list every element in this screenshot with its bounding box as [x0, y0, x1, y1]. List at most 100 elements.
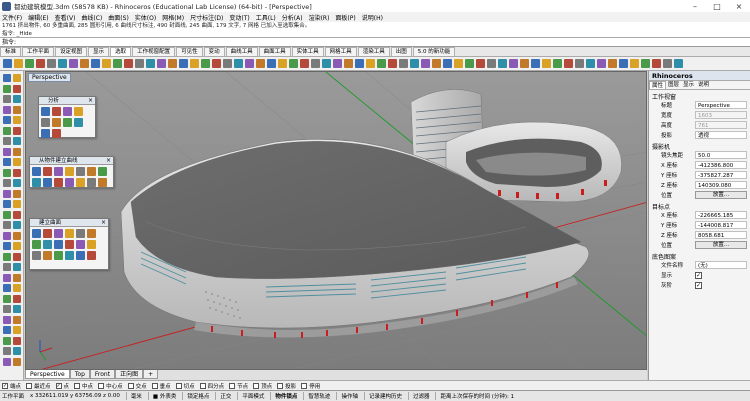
- toolbar-tool-icon[interactable]: [608, 59, 617, 68]
- panel-tool-icon[interactable]: [87, 167, 96, 176]
- sidebar-tool-icon[interactable]: [3, 221, 11, 229]
- tab-front[interactable]: Front: [89, 370, 116, 379]
- panel-tool-icon[interactable]: [76, 167, 85, 176]
- sidebar-tool-icon[interactable]: [13, 168, 21, 177]
- panel-tool-icon[interactable]: [32, 240, 41, 249]
- viewport-title[interactable]: Perspective: [28, 73, 71, 82]
- tab-solid-tools[interactable]: 实体工具: [291, 47, 324, 56]
- sidebar-tool-icon[interactable]: [13, 231, 21, 240]
- title-field[interactable]: Perspective: [695, 101, 747, 109]
- sidebar-tool-icon[interactable]: [13, 221, 21, 229]
- sidebar-tool-icon[interactable]: [13, 189, 21, 198]
- osnap-option[interactable]: 中点: [74, 382, 93, 390]
- panel-tool-icon[interactable]: [54, 167, 63, 176]
- sidebar-tool-icon[interactable]: [3, 84, 11, 93]
- maximize-button[interactable]: □: [706, 0, 728, 12]
- toolbar-tool-icon[interactable]: [443, 59, 452, 68]
- toolbar-tool-icon[interactable]: [91, 59, 100, 68]
- panel-tool-icon[interactable]: [65, 240, 74, 249]
- sidebar-tool-icon[interactable]: [3, 305, 11, 313]
- panel-tool-icon[interactable]: [52, 129, 61, 138]
- toolbar-tool-icon[interactable]: [630, 59, 639, 68]
- tab-display[interactable]: 显示: [88, 47, 110, 56]
- toolbar-tool-icon[interactable]: [289, 59, 298, 68]
- osnap-checkbox[interactable]: [74, 382, 81, 389]
- osnap-checkbox[interactable]: [301, 382, 308, 389]
- panel-tool-icon[interactable]: [43, 229, 52, 238]
- panel-tool-icon[interactable]: [54, 229, 63, 238]
- sidebar-tool-icon[interactable]: [3, 105, 11, 114]
- osnap-option[interactable]: 切点: [175, 382, 195, 390]
- panel-tool-icon[interactable]: [54, 251, 63, 260]
- tab-right[interactable]: 正向图: [115, 370, 144, 379]
- sidebar-tool-icon[interactable]: [3, 326, 11, 334]
- osnap-checkbox[interactable]: [199, 382, 206, 389]
- lens-field[interactable]: 50.0: [695, 151, 747, 159]
- toolbar-tool-icon[interactable]: [256, 59, 265, 68]
- sidebar-tool-icon[interactable]: [3, 231, 11, 240]
- osnap-option[interactable]: 最近点: [26, 382, 51, 390]
- sidebar-tool-icon[interactable]: [13, 105, 21, 114]
- osnap-checkbox[interactable]: [26, 382, 33, 389]
- tab-properties[interactable]: 属性: [649, 81, 667, 89]
- osnap-checkbox[interactable]: [253, 382, 260, 389]
- sidebar-tool-icon[interactable]: [3, 294, 11, 303]
- panel-tool-icon[interactable]: [52, 118, 61, 127]
- sidebar-tool-icon[interactable]: [13, 347, 21, 355]
- sidebar-tool-icon[interactable]: [3, 263, 11, 271]
- toolbar-tool-icon[interactable]: [674, 59, 683, 68]
- panel-tool-icon[interactable]: [63, 107, 72, 116]
- toggle-smarttrack[interactable]: 智慧轨迹: [303, 392, 330, 400]
- menu-tools[interactable]: 工具(L): [256, 13, 276, 22]
- perspective-viewport[interactable]: Perspective: [25, 71, 647, 370]
- panel-tool-icon[interactable]: [65, 229, 74, 238]
- filename-field[interactable]: (无): [695, 261, 747, 269]
- toolbar-tool-icon[interactable]: [157, 59, 166, 68]
- toolbar-tool-icon[interactable]: [586, 59, 595, 68]
- sidebar-tool-icon[interactable]: [3, 284, 11, 292]
- panel-tool-icon[interactable]: [32, 229, 41, 238]
- toolbar-tool-icon[interactable]: [113, 59, 122, 68]
- toolbar-tool-icon[interactable]: [223, 59, 232, 68]
- tab-curve-tools[interactable]: 曲线工具: [225, 47, 258, 56]
- toolbar-tool-icon[interactable]: [3, 59, 12, 68]
- tab-surface-tools[interactable]: 曲面工具: [258, 47, 291, 56]
- osnap-option[interactable]: 顶点: [253, 382, 272, 390]
- sidebar-tool-icon[interactable]: [3, 168, 11, 177]
- sidebar-tool-icon[interactable]: [3, 252, 11, 261]
- panel-tool-icon[interactable]: [76, 251, 85, 260]
- menu-surface[interactable]: 曲面(S): [108, 13, 129, 22]
- sidebar-tool-icon[interactable]: [13, 336, 21, 345]
- menu-mesh[interactable]: 网格(M): [162, 13, 184, 22]
- sidebar-tool-icon[interactable]: [3, 273, 11, 282]
- tab-render-tools[interactable]: 渲染工具: [357, 47, 390, 56]
- target-x-field[interactable]: -226665.185: [695, 211, 747, 219]
- toolbar-tool-icon[interactable]: [333, 59, 342, 68]
- toolbar-tool-icon[interactable]: [509, 59, 518, 68]
- sidebar-tool-icon[interactable]: [3, 242, 11, 250]
- osnap-checkbox[interactable]: [127, 382, 134, 389]
- panel-tool-icon[interactable]: [65, 167, 74, 176]
- sidebar-tool-icon[interactable]: [3, 116, 11, 124]
- sidebar-tool-icon[interactable]: [3, 179, 11, 187]
- toolbar-tool-icon[interactable]: [14, 59, 23, 68]
- toolbar-tool-icon[interactable]: [102, 59, 111, 68]
- menu-solid[interactable]: 实体(O): [135, 13, 156, 22]
- panel-tool-icon[interactable]: [43, 251, 52, 260]
- sidebar-tool-icon[interactable]: [13, 294, 21, 303]
- osnap-checkbox[interactable]: ✓: [55, 382, 62, 389]
- toolbar-tool-icon[interactable]: [564, 59, 573, 68]
- panel-tool-icon[interactable]: [65, 178, 74, 187]
- tab-top[interactable]: Top: [69, 370, 90, 379]
- sidebar-tool-icon[interactable]: [3, 137, 11, 145]
- sidebar-tool-icon[interactable]: [3, 95, 11, 103]
- menu-render[interactable]: 渲染(R): [309, 13, 330, 22]
- tab-perspective[interactable]: Perspective: [25, 370, 70, 379]
- toolbar-tool-icon[interactable]: [641, 59, 650, 68]
- toolbar-tool-icon[interactable]: [575, 59, 584, 68]
- toolbar-tool-icon[interactable]: [168, 59, 177, 68]
- tab-select[interactable]: 选取: [110, 47, 132, 56]
- toolbar-tool-icon[interactable]: [399, 59, 408, 68]
- panel-tool-icon[interactable]: [76, 178, 85, 187]
- panel-tool-icon[interactable]: [87, 240, 96, 249]
